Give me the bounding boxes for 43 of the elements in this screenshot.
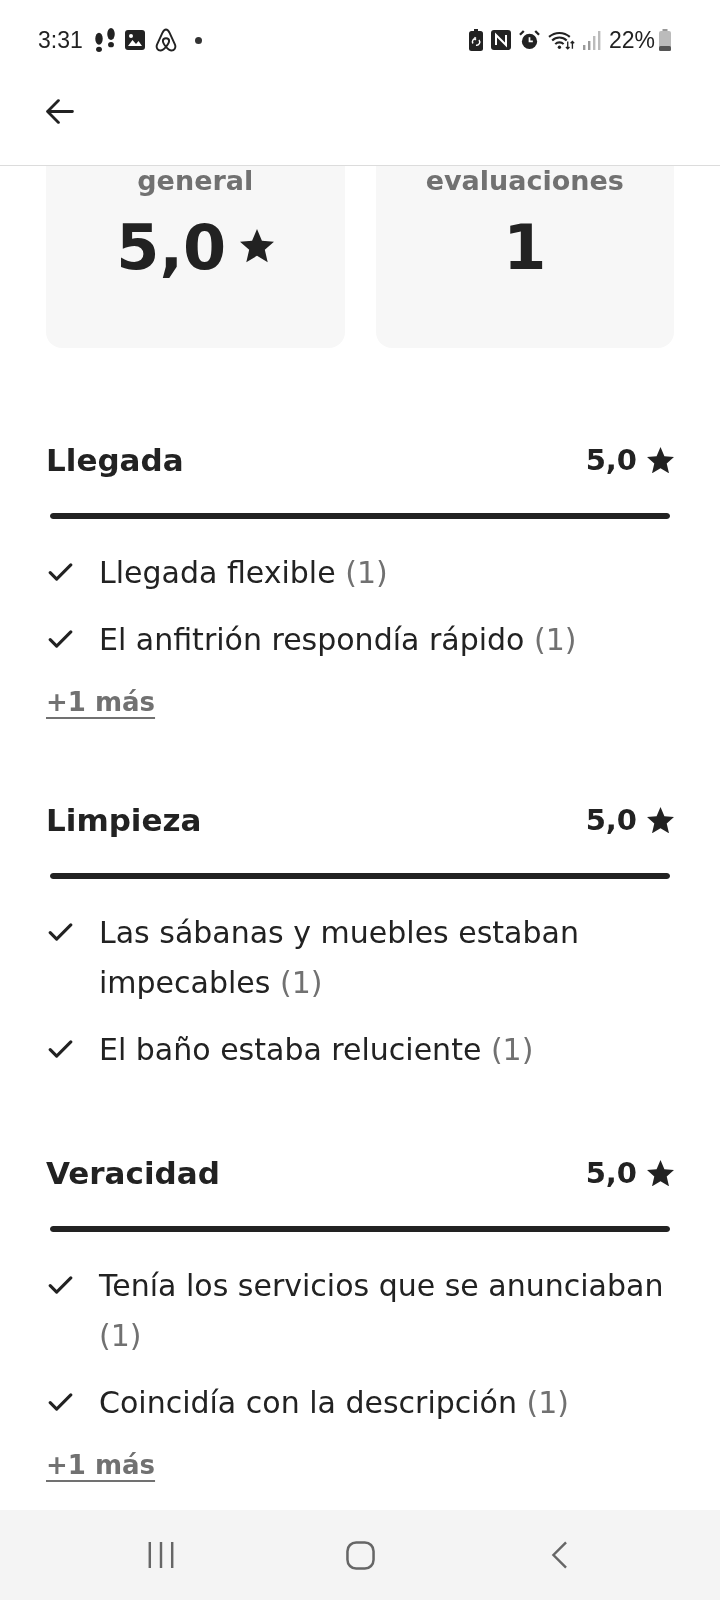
battery-icon: [659, 29, 671, 51]
card-value: 5,0: [116, 212, 227, 284]
check-icon: [48, 1040, 73, 1058]
check-icon: [48, 630, 73, 648]
highlight-text: Llegada flexible (1): [99, 554, 388, 592]
check-icon: [48, 1276, 73, 1294]
battery-saver-icon: [468, 29, 483, 51]
check-icon: [48, 563, 73, 581]
highlight-text: El baño estaba reluciente (1): [99, 1031, 534, 1069]
check-icon: [48, 1393, 73, 1411]
category-title: Llegada: [46, 441, 184, 480]
status-time: 3:31: [38, 26, 83, 54]
home-icon[interactable]: [345, 1540, 375, 1570]
wifi-icon: [547, 30, 575, 50]
show-more-link[interactable]: +1 más: [46, 1445, 156, 1485]
card-value: 1: [503, 212, 547, 284]
card-label: evaluaciones: [425, 166, 624, 196]
star-icon: [647, 446, 674, 474]
nfc-icon: [490, 30, 511, 50]
star-icon: [647, 1159, 674, 1187]
recent-apps-icon[interactable]: [147, 1541, 175, 1569]
card-label: general: [137, 166, 254, 196]
highlight-text: Coincidía con la descripción (1): [99, 1384, 569, 1422]
check-icon: [48, 923, 73, 941]
alarm-clock-icon: [518, 29, 540, 51]
category-title: Veracidad: [46, 1154, 220, 1193]
highlight-text: El anfitrión respondía rápido (1): [99, 621, 577, 659]
star-icon: [647, 806, 674, 834]
footprints-icon: [94, 28, 115, 52]
category-rating: 5,0: [585, 802, 637, 839]
dot-icon: [194, 36, 202, 44]
app-logo-icon: [154, 28, 177, 52]
image-icon: [124, 30, 145, 50]
highlight-text: Tenía los servicios que se anunciaban (1): [99, 1267, 665, 1355]
battery-percent: 22%: [608, 26, 655, 54]
category-rating: 5,0: [585, 1155, 637, 1192]
category-title: Limpieza: [46, 801, 202, 840]
signal-icon: [582, 30, 601, 50]
show-more-link[interactable]: +1 más: [46, 682, 156, 722]
highlight-text: Las sábanas y muebles estaban impecables (1): [99, 914, 580, 1002]
category-rating: 5,0: [585, 442, 637, 479]
back-icon[interactable]: [46, 99, 74, 124]
star-icon: [240, 229, 275, 263]
